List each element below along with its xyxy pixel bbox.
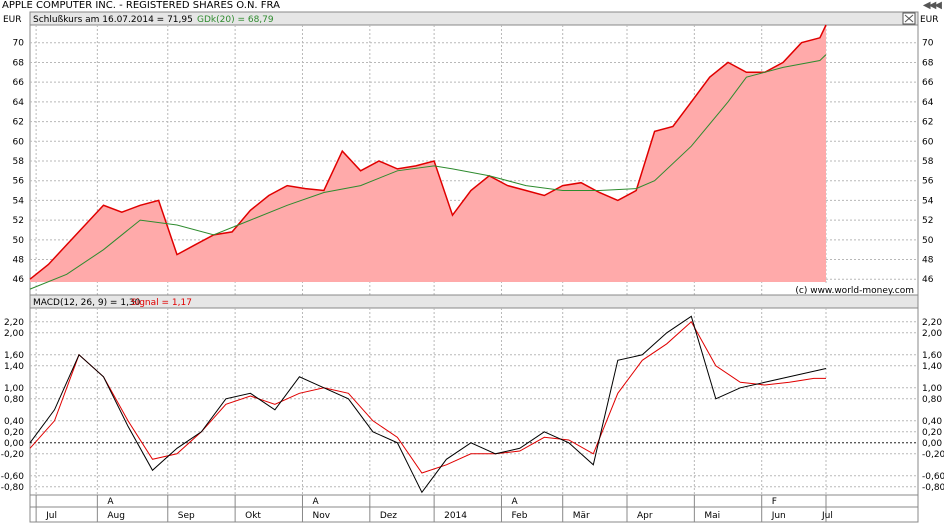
price-y-tick-right: 62 [922, 118, 933, 128]
price-y-tick-right: 48 [922, 256, 934, 266]
macd-y-tick-right: 2,20 [922, 318, 942, 328]
macd-legend: MACD(12, 26, 9) = 1,30 [33, 298, 141, 308]
macd-y-tick-left: 0,80 [4, 395, 24, 405]
macd-y-tick-left: -0,80 [1, 483, 25, 493]
macd-y-axis-right: -0,80-0,60 -0,200,000,200,40 0,801,00 1,401… [922, 318, 944, 493]
month-label: Aug [107, 511, 125, 521]
price-y-tick-left: 60 [13, 137, 25, 147]
macd-y-tick-right: 1,60 [922, 351, 942, 361]
macd-y-tick-right: 0,00 [922, 439, 942, 449]
event-marker: F [772, 497, 777, 507]
event-strip [29, 494, 919, 508]
price-y-axis-right: 46 48 50 52 54 56 58 60 62 64 66 68 70 [922, 39, 934, 285]
macd-y-tick-left: 1,00 [4, 384, 24, 394]
price-y-tick-left: 56 [13, 177, 25, 187]
close-box-icon[interactable] [902, 12, 916, 25]
macd-y-tick-left: 0,40 [4, 417, 24, 427]
month-label: Mai [704, 511, 720, 521]
chart-canvas: 46 48 50 52 54 56 58 60 62 64 66 68 70 46 48 50 52 54 56 5… [1, 11, 944, 523]
price-y-tick-right: 70 [922, 39, 934, 49]
macd-y-tick-right: 0,80 [922, 395, 942, 405]
macd-y-tick-left: -0,60 [1, 472, 25, 482]
price-y-tick-left: 58 [13, 157, 25, 167]
macd-y-tick-left: 0,20 [4, 428, 24, 438]
macd-y-tick-left: 0,00 [4, 439, 24, 449]
month-label: Jul [821, 511, 833, 521]
currency-label-right: EUR [920, 15, 939, 25]
price-y-tick-left: 48 [13, 256, 25, 266]
event-marker: A [312, 497, 319, 507]
price-y-tick-left: 62 [13, 118, 24, 128]
macd-y-tick-right: 0,40 [922, 417, 942, 427]
month-label: Okt [245, 511, 261, 521]
macd-y-tick-right: -0,20 [922, 450, 944, 460]
price-y-tick-right: 60 [922, 137, 934, 147]
macd-y-tick-right: 2,00 [922, 329, 942, 339]
month-label: Nov [312, 511, 330, 521]
macd-y-tick-left: 1,60 [4, 351, 24, 361]
ma-legend: GDk(20) = 68,79 [197, 15, 274, 25]
price-y-tick-right: 58 [922, 157, 934, 167]
signal-legend: Signal = 1,17 [131, 298, 192, 308]
macd-y-tick-left: 2,20 [4, 318, 24, 328]
price-y-tick-right: 52 [922, 216, 933, 226]
price-y-tick-right: 54 [922, 196, 934, 206]
close-legend: Schlußkurs am 16.07.2014 = 71,95 [33, 15, 193, 25]
price-y-tick-left: 70 [13, 39, 25, 49]
macd-y-tick-right: 0,20 [922, 428, 942, 438]
event-marker: A [107, 497, 114, 507]
price-y-tick-left: 50 [13, 236, 25, 246]
price-y-tick-right: 68 [922, 58, 934, 68]
month-label: Mär [573, 511, 590, 521]
event-marker: A [511, 497, 518, 507]
month-label: Sep [178, 511, 195, 521]
currency-label-left: EUR [3, 15, 22, 25]
price-y-tick-right: 56 [922, 177, 934, 187]
price-y-tick-left: 64 [13, 98, 25, 108]
month-label: Apr [637, 511, 653, 521]
month-label: Jul [45, 511, 57, 521]
price-y-axis-left: 46 48 50 52 54 56 58 60 62 64 66 68 70 [13, 39, 25, 285]
macd-y-tick-left: 1,40 [4, 362, 24, 372]
price-y-tick-right: 50 [922, 236, 934, 246]
price-y-tick-right: 64 [922, 98, 934, 108]
macd-y-tick-left: 2,00 [4, 329, 24, 339]
month-label: 2014 [444, 511, 467, 521]
macd-y-tick-right: -0,60 [922, 472, 944, 482]
price-y-tick-left: 66 [13, 78, 25, 88]
price-y-tick-right: 66 [922, 78, 934, 88]
price-y-tick-left: 46 [13, 275, 25, 285]
price-y-tick-right: 46 [922, 275, 934, 285]
month-label: Feb [511, 511, 527, 521]
macd-y-tick-right: 1,00 [922, 384, 942, 394]
price-y-tick-left: 54 [13, 196, 25, 206]
macd-y-tick-left: -0,20 [1, 450, 25, 460]
macd-y-axis-left: -0,80-0,60 -0,200,000,200,40 0,801,00 1,401… [1, 318, 25, 493]
price-y-tick-left: 52 [13, 216, 24, 226]
price-y-tick-left: 68 [13, 58, 25, 68]
month-label: Dez [380, 511, 397, 521]
macd-panel [29, 294, 919, 496]
month-label: Jun [771, 511, 786, 521]
macd-y-tick-right: -0,80 [922, 483, 944, 493]
macd-y-tick-right: 1,40 [922, 362, 942, 372]
